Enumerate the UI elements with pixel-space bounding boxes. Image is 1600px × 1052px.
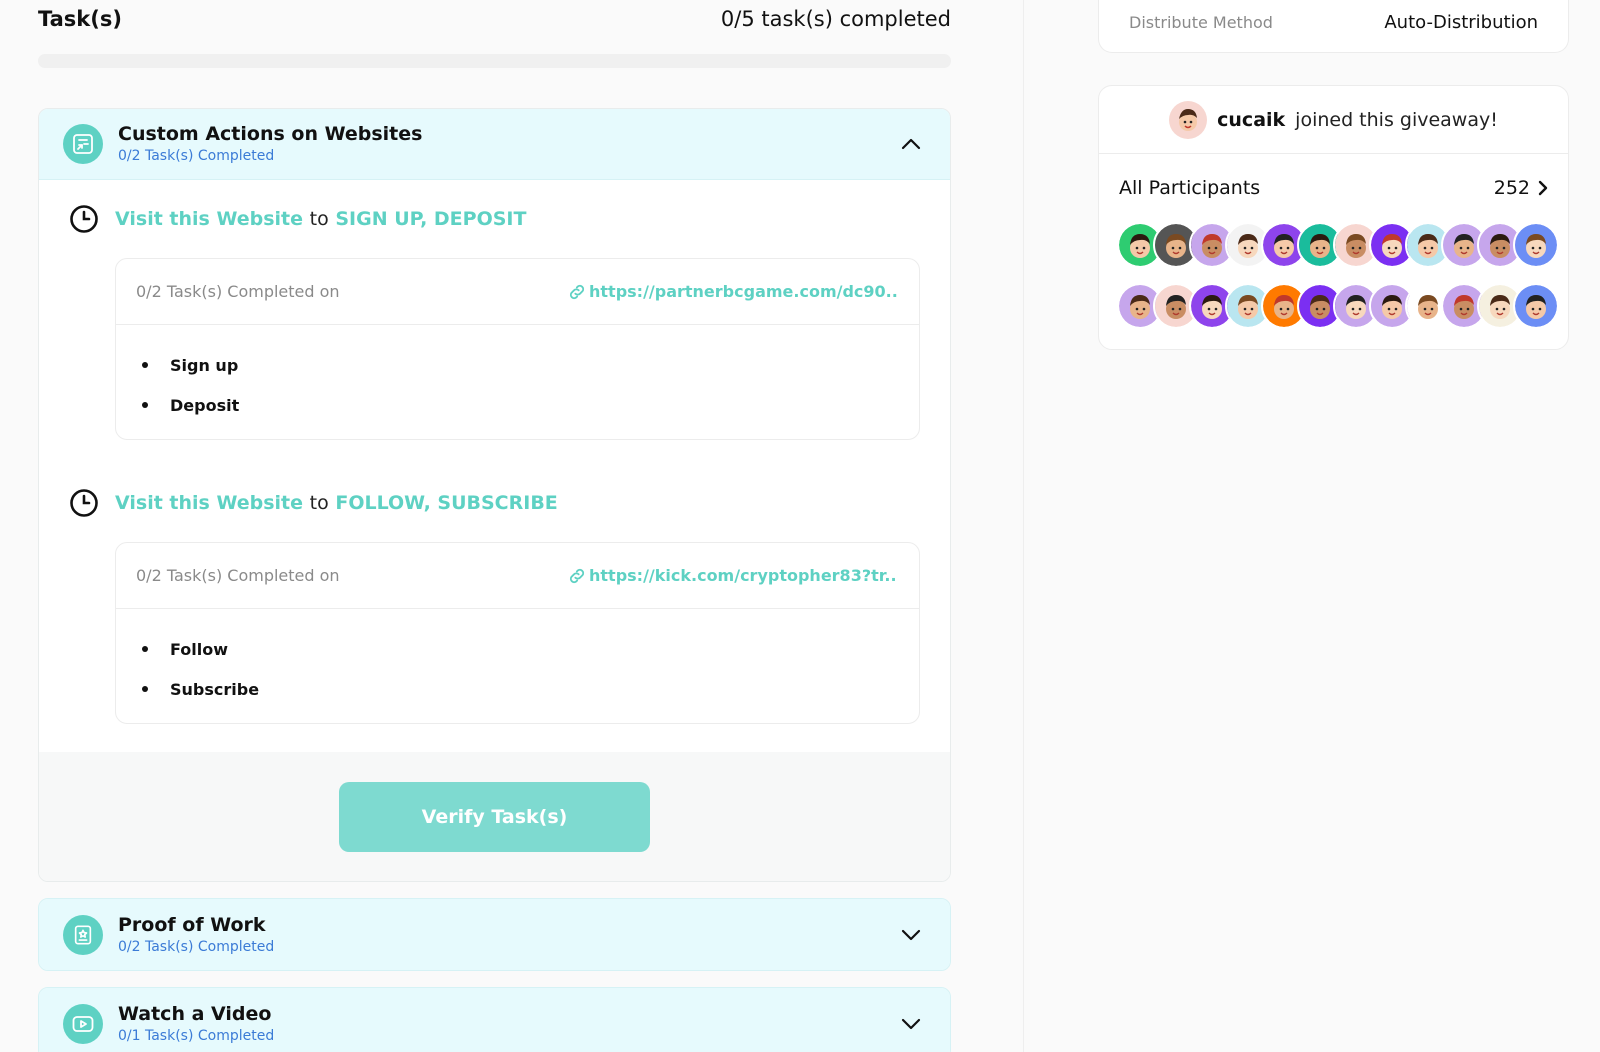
group-title: Proof of Work <box>118 913 266 936</box>
visit-website-link[interactable]: Visit this Website <box>115 492 303 514</box>
task-sentence: Visit this Website to SIGN UP, DEPOSIT <box>115 208 526 230</box>
participant-avatar[interactable] <box>1513 222 1559 268</box>
group-subtitle: 0/2 Task(s) Completed <box>118 148 275 164</box>
task-group-proof-of-work: Proof of Work 0/2 Task(s) Completed <box>38 898 951 971</box>
subtask-label: Follow <box>170 639 229 659</box>
column-divider <box>1023 0 1024 1052</box>
list-item: Follow <box>142 629 919 669</box>
task-subitems: Follow Subscribe <box>116 609 919 723</box>
group-title: Watch a Video <box>118 1002 272 1025</box>
form-icon <box>63 124 103 164</box>
all-participants-link[interactable]: All Participants 252 <box>1099 154 1568 222</box>
task-card-header: 0/2 Task(s) Completed on https://partner… <box>116 259 919 325</box>
group-text: Custom Actions on Websites 0/2 Task(s) C… <box>118 122 896 166</box>
task-action: FOLLOW, SUBSCRIBE <box>335 492 558 514</box>
all-participants-label: All Participants <box>1119 177 1261 199</box>
visit-website-link[interactable]: Visit this Website <box>115 208 303 230</box>
clock-icon <box>70 205 98 233</box>
task-line: Visit this Website to FOLLOW, SUBSCRIBE <box>69 488 920 518</box>
list-item: Subscribe <box>142 669 919 709</box>
task-group-custom-actions: Custom Actions on Websites 0/2 Task(s) C… <box>38 108 951 882</box>
participants-count-value: 252 <box>1493 177 1530 199</box>
group-title: Custom Actions on Websites <box>118 123 423 145</box>
participants-card: cucaik joined this giveaway! All Partici… <box>1098 85 1569 350</box>
task-card-header: 0/2 Task(s) Completed on https://kick.co… <box>116 543 919 609</box>
tasks-completed-summary: 0/5 task(s) completed <box>720 7 951 31</box>
task-url-text: https://partnerbcgame.com/dc90... <box>589 282 897 301</box>
subtask-label: Subscribe <box>170 679 260 699</box>
task-action: SIGN UP, DEPOSIT <box>335 208 527 230</box>
proof-document-icon <box>63 914 103 955</box>
task-card-label: 0/2 Task(s) Completed on <box>136 566 340 585</box>
participant-avatars <box>1099 222 1568 329</box>
chevron-down-icon[interactable] <box>896 920 926 950</box>
link-icon <box>569 284 585 299</box>
subtask-label: Sign up <box>170 355 239 375</box>
list-item: Sign up <box>142 345 919 385</box>
group-text: Proof of Work 0/2 Task(s) Completed <box>118 913 896 957</box>
task-line: Visit this Website to SIGN UP, DEPOSIT <box>69 204 920 234</box>
task-item: Visit this Website to SIGN UP, DEPOSIT 0… <box>69 204 920 440</box>
group-header-watch-video[interactable]: Watch a Video 0/1 Task(s) Completed <box>39 988 950 1052</box>
task-subitems: Sign up Deposit <box>116 325 919 439</box>
video-play-icon <box>63 1003 103 1044</box>
task-group-watch-video: Watch a Video 0/1 Task(s) Completed <box>38 987 951 1052</box>
distribution-card: Distribute Method Auto-Distribution <box>1098 0 1569 53</box>
chevron-down-icon[interactable] <box>896 1009 926 1039</box>
subtask-label: Deposit <box>170 395 240 415</box>
tasks-column: Task(s) 0/5 task(s) completed Custom Act… <box>38 0 951 1052</box>
tasks-header: Task(s) 0/5 task(s) completed <box>38 0 951 38</box>
group-header-proof-of-work[interactable]: Proof of Work 0/2 Task(s) Completed <box>39 899 950 970</box>
tasks-title: Task(s) <box>38 7 122 31</box>
group-body: Visit this Website to SIGN UP, DEPOSIT 0… <box>39 180 950 724</box>
chevron-right-icon <box>1538 180 1548 196</box>
task-url-link[interactable]: https://partnerbcgame.com/dc90... <box>567 282 897 302</box>
task-card: 0/2 Task(s) Completed on https://kick.co… <box>115 542 920 724</box>
distribute-method-value: Auto-Distribution <box>1384 11 1538 33</box>
link-icon <box>569 568 585 583</box>
list-item: Deposit <box>142 385 919 425</box>
group-subtitle: 0/1 Task(s) Completed <box>118 1027 275 1044</box>
task-sentence: Visit this Website to FOLLOW, SUBSCRIBE <box>115 492 558 514</box>
group-header-custom-actions[interactable]: Custom Actions on Websites 0/2 Task(s) C… <box>39 109 950 180</box>
participants-count: 252 <box>1494 177 1548 199</box>
avatar-row <box>1117 283 1559 329</box>
task-card: 0/2 Task(s) Completed on https://partner… <box>115 258 920 440</box>
task-url-text: https://kick.com/cryptopher83?tr... <box>589 566 897 585</box>
recent-join-banner: cucaik joined this giveaway! <box>1099 86 1568 154</box>
task-card-label: 0/2 Task(s) Completed on <box>136 282 340 301</box>
clock-icon <box>70 489 98 517</box>
verify-zone: Verify Task(s) <box>39 752 950 881</box>
tasks-progress-bar <box>38 54 951 68</box>
distribute-method-label: Distribute Method <box>1129 12 1273 32</box>
sidebar-column: Distribute Method Auto-Distribution cuca… <box>1098 0 1569 350</box>
verify-tasks-button[interactable]: Verify Task(s) <box>339 782 650 852</box>
task-url-link[interactable]: https://kick.com/cryptopher83?tr... <box>567 566 897 586</box>
chevron-up-icon[interactable] <box>896 129 926 159</box>
recent-join-text: joined this giveaway! <box>1295 108 1498 131</box>
recent-join-username[interactable]: cucaik <box>1217 109 1285 131</box>
task-item: Visit this Website to FOLLOW, SUBSCRIBE … <box>69 488 920 724</box>
task-connector: to <box>309 208 329 230</box>
avatar[interactable] <box>1169 100 1208 139</box>
group-subtitle: 0/2 Task(s) Completed <box>118 938 275 955</box>
avatar-row <box>1117 222 1559 268</box>
task-connector: to <box>309 492 329 514</box>
group-text: Watch a Video 0/1 Task(s) Completed <box>118 1002 896 1046</box>
participant-avatar[interactable] <box>1513 283 1559 329</box>
